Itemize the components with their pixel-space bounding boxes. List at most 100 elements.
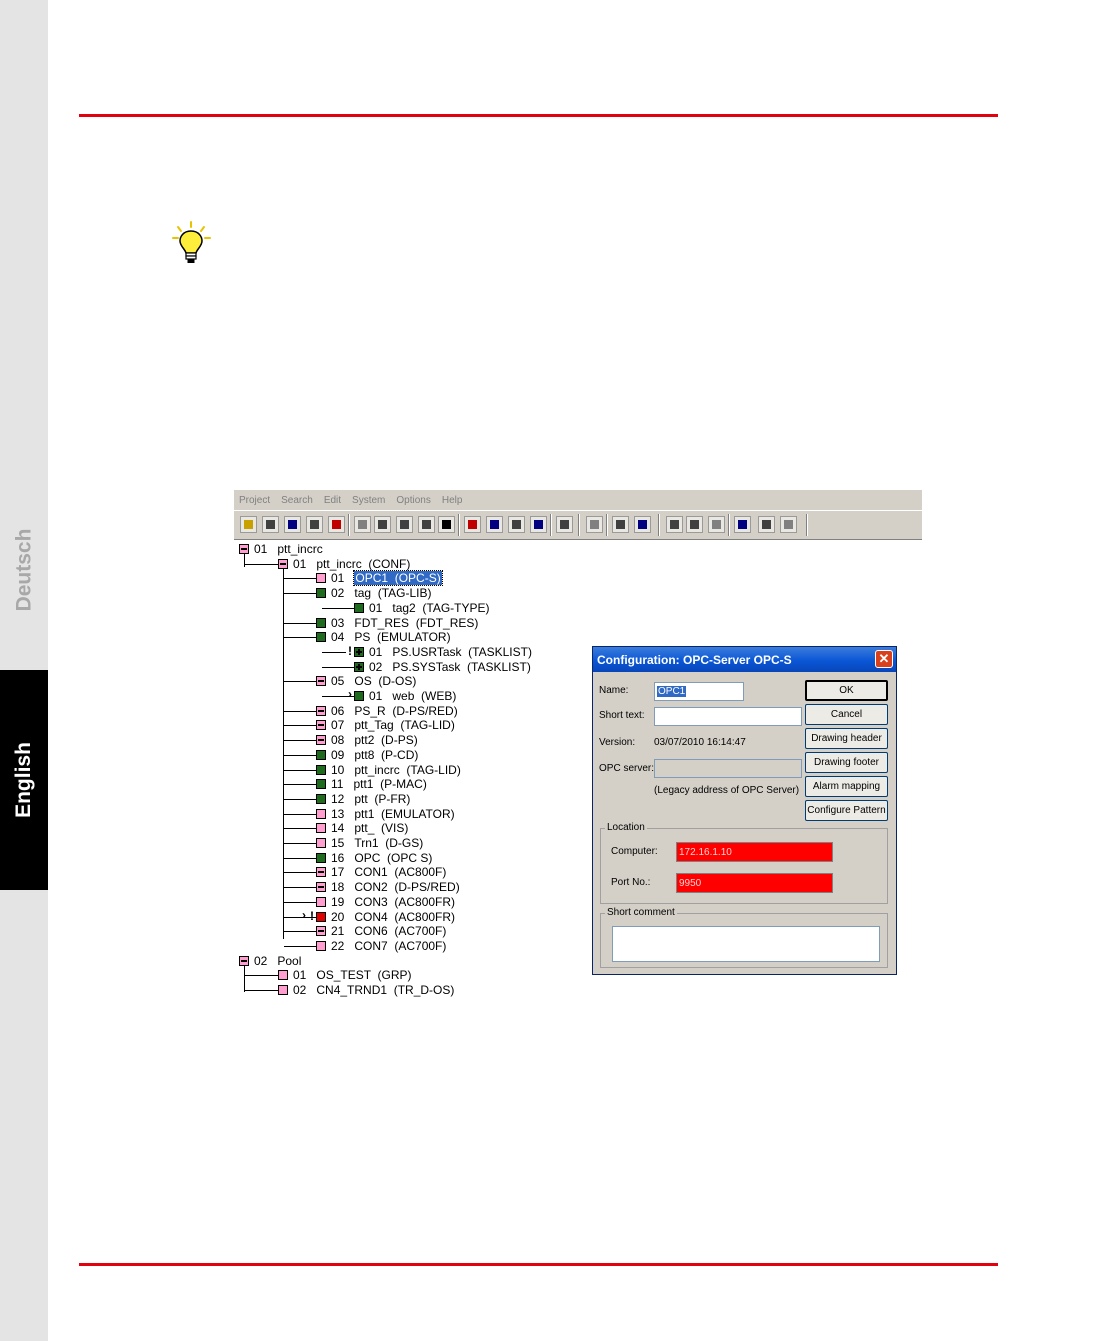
grid-button[interactable] [758,516,775,533]
back-button[interactable] [586,516,603,533]
collapse-icon[interactable] [316,720,326,731]
tree-node[interactable]: 01 tag2 (TAG-TYPE) [354,601,490,615]
collapse-icon[interactable] [316,882,326,893]
tree-node[interactable]: 02 Pool [239,954,301,968]
tree-node[interactable]: 02 PS.SYSTask (TASKLIST) [354,660,531,674]
tree-expand-button[interactable] [666,516,683,533]
collapse-icon[interactable] [316,676,326,687]
menu-help[interactable]: Help [442,495,463,506]
tree-node[interactable]: 22 CON7 (AC700F) [316,939,446,953]
opc-server-field[interactable] [654,759,802,778]
collapse-icon[interactable] [239,544,249,554]
tree-node[interactable]: 07 ptt_Tag (TAG-LID) [316,718,455,732]
menu-system[interactable]: System [352,495,385,506]
drawing-header-button[interactable]: Drawing header [805,728,888,749]
header-rule [79,114,998,117]
tree-node[interactable]: 14 ptt_ (VIS) [316,821,408,835]
collapse-icon[interactable] [316,735,326,746]
close-icon[interactable]: ✕ [875,650,893,668]
tree-node[interactable]: 01 OS_TEST (GRP) [278,968,412,982]
tree-node[interactable]: 02 tag (TAG-LIB) [316,586,432,600]
tree-node[interactable]: 20 CON4 (AC800FR) [316,910,455,924]
undo-button[interactable] [354,516,371,533]
tree-node-label: ptt8 (P-CD) [354,747,419,762]
computer-field[interactable]: 172.16.1.10 [676,842,833,862]
tree-node-number: 14 [331,821,345,836]
tree-node[interactable]: 03 FDT_RES (FDT_RES) [316,616,478,630]
help-button[interactable] [634,516,651,533]
insert-button[interactable] [464,516,481,533]
insert-next-button[interactable] [486,516,503,533]
tree-node[interactable]: 01 ptt_incrc [239,542,323,556]
tree-node[interactable]: 12 ptt (P-FR) [316,792,410,806]
tree-node[interactable]: 19 CON3 (AC800FR) [316,895,455,909]
tree-connector [322,666,354,668]
table-button[interactable] [530,516,547,533]
copy-button[interactable] [396,516,413,533]
collapse-icon[interactable] [316,926,326,937]
edit-button[interactable] [556,516,573,533]
language-tab-deutsch[interactable]: Deutsch [0,470,48,670]
tree-node[interactable]: 15 Trn1 (D-GS) [316,836,423,850]
menu-options[interactable]: Options [396,495,430,506]
tree-node[interactable]: 11 ptt1 (P-MAC) [316,777,427,791]
configure-pattern-button[interactable]: Configure Pattern [805,800,888,821]
port-field[interactable]: 9950 [676,873,833,893]
tree-node[interactable]: 09 ptt8 (P-CD) [316,748,418,762]
user-button[interactable] [780,516,797,533]
print-button[interactable] [612,516,629,533]
collapse-icon[interactable] [278,558,288,569]
tree-node[interactable]: 01 OPC1 (OPC-S) [316,570,443,587]
delete-button[interactable] [438,516,455,533]
tree-node[interactable]: 06 PS_R (D-PS/RED) [316,704,458,718]
tree-collapse-button[interactable] [686,516,703,533]
tree-node[interactable]: 18 CON2 (D-PS/RED) [316,880,460,894]
drawing-footer-button[interactable]: Drawing footer [805,752,888,773]
save-button[interactable] [284,516,301,533]
language-tab-english[interactable]: English [0,670,48,890]
tree-connector [284,784,316,786]
node-status-icon [278,985,288,995]
tree-node[interactable]: 10 ptt_incrc (TAG-LID) [316,763,461,777]
tree-node[interactable]: 04 PS (EMULATOR) [316,630,451,644]
menubar: Project Search Edit System Options Help [234,490,922,510]
ok-button[interactable]: OK [805,680,888,701]
stop-button[interactable] [328,516,345,533]
menu-search[interactable]: Search [281,495,313,506]
tree-node[interactable]: 17 CON1 (AC800F) [316,865,446,879]
cut-button[interactable] [374,516,391,533]
print-preview-button[interactable] [306,516,323,533]
tree-node-button[interactable] [708,516,725,533]
collapse-icon[interactable] [316,867,326,878]
tree-node[interactable]: 05 OS (D-OS) [316,674,416,688]
collapse-icon[interactable] [239,955,249,966]
list-button[interactable] [508,516,525,533]
open-button[interactable] [240,516,257,533]
new-button[interactable] [262,516,279,533]
expand-icon[interactable] [354,661,364,672]
tree-node[interactable]: 01 ptt_incrc (CONF) [278,557,410,571]
tree-node[interactable]: 21 CON6 (AC700F) [316,924,446,938]
tree-node[interactable]: 01 web (WEB) [354,689,456,703]
menu-project[interactable]: Project [239,495,270,506]
paste-button[interactable] [418,516,435,533]
tree-node[interactable]: 16 OPC (OPC S) [316,851,432,865]
name-field[interactable]: OPC1 [654,682,744,701]
tree-node-number: 17 [331,865,345,880]
menu-edit[interactable]: Edit [324,495,341,506]
tree-node[interactable]: 01 PS.USRTask (TASKLIST) [354,645,532,659]
short-comment-field[interactable] [612,926,880,962]
tree-node[interactable]: 08 ptt2 (D-PS) [316,733,418,747]
collapse-icon[interactable] [316,705,326,716]
tree-expand-icon [670,520,679,529]
upload-button[interactable] [734,516,751,533]
cut-icon [378,520,387,529]
cancel-button[interactable]: Cancel [805,704,888,725]
copy-icon [400,520,409,529]
short-text-field[interactable] [654,707,802,726]
delete-icon [442,520,451,529]
expand-icon[interactable] [354,646,364,657]
tree-node[interactable]: 02 CN4_TRND1 (TR_D-OS) [278,983,454,997]
alarm-mapping-button[interactable]: Alarm mapping [805,776,888,797]
tree-node[interactable]: 13 ptt1 (EMULATOR) [316,807,455,821]
